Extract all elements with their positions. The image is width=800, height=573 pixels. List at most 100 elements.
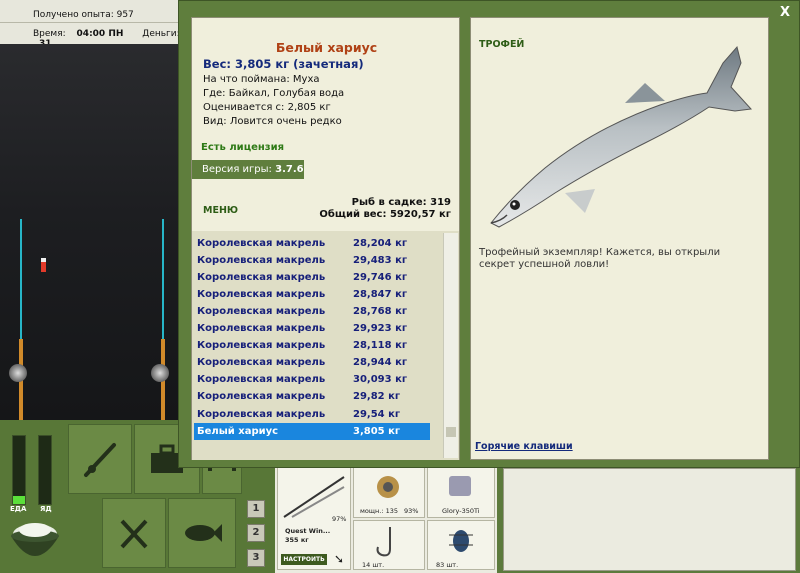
reel-left-icon [9,364,27,382]
keepnet-stats: Рыб в садке: 319 Общий вес: 5920,57 кг [319,197,451,221]
fish-trophy-image [490,45,753,228]
catch-row-weight: 29,483 кг [353,255,408,267]
eat-button[interactable] [102,498,166,568]
food-gauge [12,435,26,505]
slot-button-3[interactable]: 3 [247,549,265,567]
hud-divider [0,22,180,23]
caught-with: На что поймана: Муха [203,74,320,85]
catch-row[interactable]: Королевская макрель 28,204 кг [194,235,430,252]
catch-row-name: Королевская макрель [197,255,326,267]
version-label: Версия игры: [202,164,272,175]
catch-row[interactable]: Королевская макрель 28,847 кг [194,286,430,303]
catch-row-name: Королевская макрель [197,289,326,301]
catch-row-weight: 29,54 кг [353,408,401,420]
line-slot[interactable]: Glory-350Ti [427,466,495,518]
scrollbar-thumb[interactable] [446,427,456,437]
rod-tool-button[interactable] [68,424,132,494]
rod-tool-icon [84,443,116,477]
menu-link[interactable]: МЕНЮ [203,205,238,216]
rod-tip-left [20,219,22,339]
slot-button-2[interactable]: 2 [247,524,265,542]
rod-slot[interactable]: 97% Quest Win... 355 кг НАСТРОИТЬ ➘ [277,466,351,570]
fish-name: Белый хариус [275,40,378,55]
catch-row-weight: 3,805 кг [353,425,401,437]
time-value: 04:00 ПН [76,29,124,39]
catch-row-name: Королевская макрель [197,357,326,369]
version-badge: Версия игры: 3.7.6 [192,160,304,179]
money-label: Деньги: [142,29,180,39]
catch-row[interactable]: Белый хариус 3,805 кг [194,422,430,440]
trophy-message: Трофейный экземпляр! Кажется, вы открыли… [479,247,721,270]
reel-condition: 93% [404,507,419,515]
catch-row-weight: 29,746 кг [353,272,408,284]
bait-bug-icon [449,530,473,552]
catch-row[interactable]: Королевская макрель 28,944 кг [194,354,430,371]
line-spool-icon [449,476,471,496]
reel-right-icon [151,364,169,382]
rod-icon [283,476,345,518]
catch-row[interactable]: Королевская макрель 29,923 кг [194,320,430,337]
fish-count: Рыб в садке: 319 [351,197,451,208]
rod-name: Quest Win... [285,527,331,535]
catch-row-weight: 28,768 кг [353,306,408,318]
time-label: Время: [33,29,66,39]
bait-count: 83 шт. [436,561,459,569]
float-icon [41,258,46,272]
catch-row-name: Королевская макрель [197,408,326,420]
rod-tip-right [162,219,164,339]
food-gauge-fill [13,495,25,504]
catch-row[interactable]: Королевская макрель 28,768 кг [194,303,430,320]
catch-row-weight: 28,118 кг [353,340,408,352]
catch-row-weight: 28,847 кг [353,289,408,301]
line-name: Glory-350Ti [442,507,480,515]
hook-icon [376,527,391,557]
hud-bar: Получено опыта: 957 Время: 04:00 ПН День… [0,0,180,49]
catch-location: Где: Байкал, Голубая вода [203,88,345,99]
catch-row[interactable]: Королевская макрель 29,746 кг [194,269,430,286]
catch-list[interactable]: Королевская макрель 28,204 кг Королевская … [192,231,459,460]
catch-row-name: Королевская макрель [197,374,326,386]
trophy-panel: ТРОФЕЙ Трофейный экземпляр! Кажется, вы … [470,17,769,460]
food-pot-icon[interactable] [6,514,64,572]
message-box [503,468,796,571]
hotkeys-link[interactable]: Горячие клавиши [475,441,573,452]
poison-gauge [38,435,52,505]
reel-power: мощн.: 135 [360,507,398,515]
arrow-icon: ➘ [334,552,345,566]
rod-condition: 97% [332,515,347,523]
catch-row[interactable]: Королевская макрель 28,118 кг [194,337,430,354]
total-weight: Общий вес: 5920,57 кг [319,209,451,220]
reel-icon [377,476,399,498]
catch-row-weight: 29,923 кг [353,323,408,335]
poison-label: ЯД [40,505,52,513]
catch-row[interactable]: Королевская макрель 29,54 кг [194,406,430,423]
catch-row[interactable]: Королевская макрель 30,093 кг [194,371,430,388]
catch-row-weight: 30,093 кг [353,374,408,386]
catch-row-name: Королевская макрель [197,238,326,249]
catch-row-weight: 29,82 кг [353,391,401,403]
catch-row-name: Королевская макрель [197,340,326,352]
version-value: 3.7.6 [275,164,304,175]
fork-knife-icon [120,519,148,549]
close-button[interactable]: X [780,5,790,20]
inventory-bar: 97% Quest Win... 355 кг НАСТРОИТЬ ➘ мощн… [275,464,497,573]
bait-slot[interactable]: 83 шт. [427,520,495,570]
catch-row-name: Королевская макрель [197,272,326,284]
fishing-scene [0,44,180,420]
catch-row-name: Королевская макрель [197,323,326,335]
license-status: Есть лицензия [201,142,285,153]
configure-button[interactable]: НАСТРОИТЬ [281,554,327,565]
catch-row[interactable]: Королевская макрель 29,82 кг [194,388,430,405]
slot-button-1[interactable]: 1 [247,500,265,518]
trophy-threshold: Оценивается с: 2,805 кг [203,102,331,113]
fish-weight: Вес: 3,805 кг (зачетная) [203,57,364,71]
catch-row[interactable]: Королевская макрель 29,483 кг [194,252,430,269]
reel-slot[interactable]: мощн.: 135 93% [353,466,425,518]
rod-length: 355 кг [285,536,309,544]
message-area [497,464,800,573]
keepnet-button[interactable] [168,498,236,568]
catch-list-scrollbar[interactable] [443,233,458,458]
fish-rarity: Вид: Ловится очень редко [203,116,342,127]
experience-label: Получено опыта: 957 [33,10,134,20]
hook-slot[interactable]: 14 шт. [353,520,425,570]
